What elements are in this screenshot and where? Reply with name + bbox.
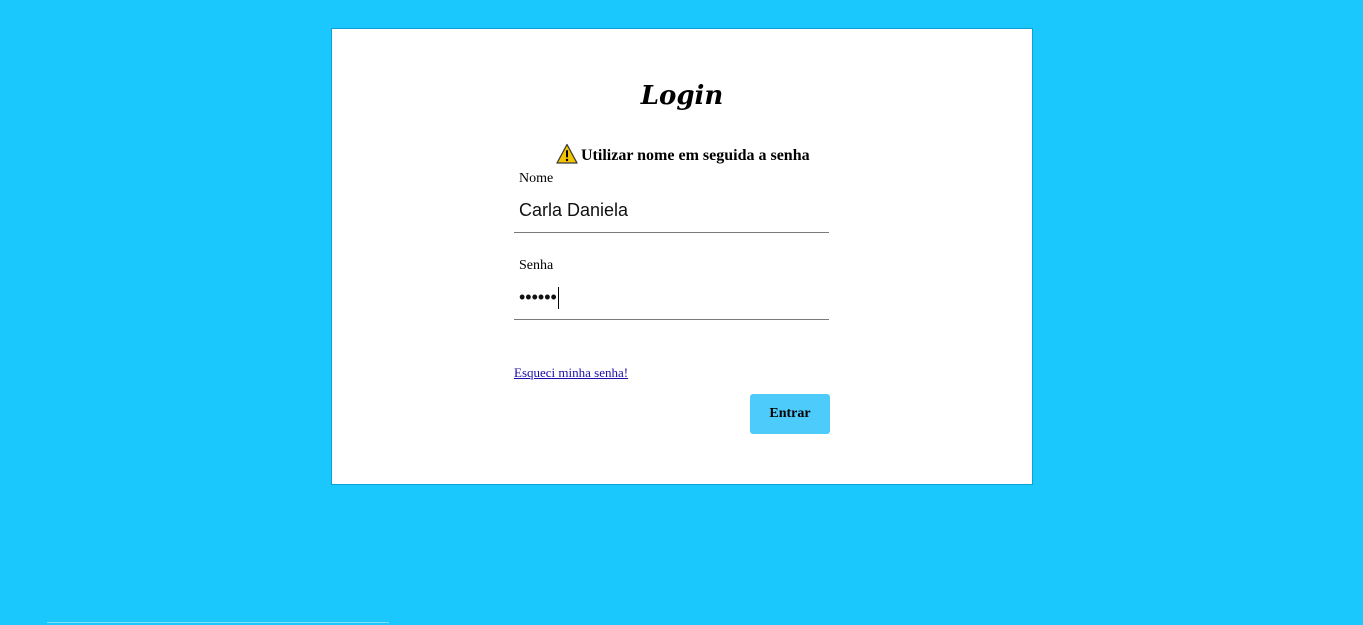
forgot-password-link[interactable]: Esqueci minha senha! xyxy=(514,365,628,381)
senha-label: Senha xyxy=(519,258,554,273)
notice: Utilizar nome em seguida a senha xyxy=(556,142,810,166)
login-card: Login Utilizar nome em seguida a senha N… xyxy=(331,28,1033,485)
nome-field: Nome Carla Daniela xyxy=(514,170,829,233)
senha-field: Senha •••••• xyxy=(514,257,829,320)
senha-input[interactable]: •••••• xyxy=(514,275,829,320)
password-dots: •••••• xyxy=(519,287,557,307)
nome-label: Nome xyxy=(519,171,554,186)
page-title: Login xyxy=(640,81,724,111)
nome-input[interactable]: Carla Daniela xyxy=(514,188,829,233)
scrollbar-edge xyxy=(47,622,389,623)
notice-text: Utilizar nome em seguida a senha xyxy=(581,147,810,164)
submit-button[interactable]: Entrar xyxy=(750,394,830,434)
text-cursor xyxy=(557,287,559,310)
warning-icon xyxy=(556,143,578,165)
